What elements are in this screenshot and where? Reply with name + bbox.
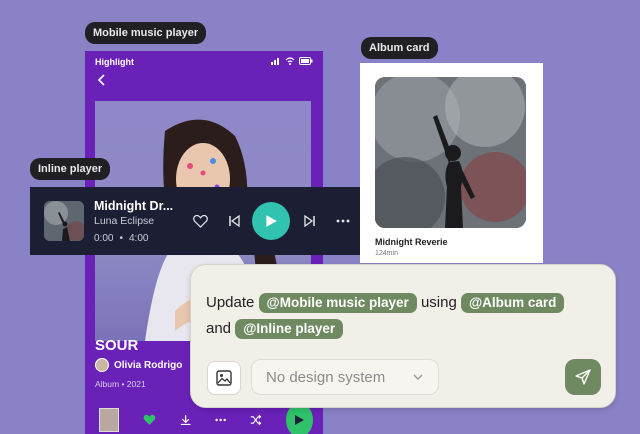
image-icon [216, 370, 232, 386]
heart-outline-icon [192, 214, 208, 228]
elapsed-time: 0:00 [94, 233, 114, 244]
prompt-composer: Update @Mobile music player using @Album… [190, 264, 616, 408]
album-title: SOUR [95, 337, 139, 354]
back-chevron-icon[interactable] [95, 73, 109, 87]
next-button[interactable] [302, 213, 318, 229]
artist-name: Olivia Rodrigo [114, 359, 183, 371]
time-separator: • [119, 233, 123, 244]
mobile-player-label: Mobile music player [85, 22, 207, 44]
design-system-select[interactable]: No design system [251, 359, 439, 395]
play-icon [295, 415, 305, 425]
inline-track-time: 0:00 • 4:00 [94, 233, 148, 244]
wifi-icon [285, 57, 295, 65]
prompt-middle: using [420, 294, 457, 311]
mention-mobile-player[interactable]: @Mobile music player [258, 293, 417, 313]
previous-button[interactable] [226, 213, 242, 229]
artist-row[interactable]: Olivia Rodrigo [95, 358, 182, 372]
play-icon [266, 215, 277, 227]
battery-icon [299, 57, 313, 65]
mention-inline-player[interactable]: @Inline player [235, 319, 344, 339]
total-time: 4:00 [128, 233, 149, 244]
inline-player-label: Inline player [30, 158, 111, 180]
mention-album-card[interactable]: @Album card [460, 293, 565, 313]
prompt-joiner: and [206, 320, 232, 337]
send-button[interactable] [565, 359, 601, 395]
prompt-text[interactable]: Update @Mobile music player using @Album… [206, 290, 606, 342]
send-icon [575, 369, 591, 385]
album-meta: Album • 2021 [95, 379, 146, 389]
inline-track-artist: Luna Eclipse [94, 215, 155, 227]
inline-track-title: Midnight Dr... [94, 199, 174, 213]
status-bar: Highlight [95, 57, 313, 69]
inline-player-artwork [44, 201, 84, 241]
album-card[interactable]: Midnight Reverie 124min [360, 63, 543, 263]
prompt-prefix: Update [206, 294, 255, 311]
attach-image-button[interactable] [207, 361, 241, 395]
avatar [95, 358, 109, 372]
inline-more-button[interactable] [335, 213, 351, 229]
shuffle-icon[interactable] [250, 414, 262, 426]
track-thumbnail[interactable] [99, 408, 119, 432]
concert-illustration [375, 77, 526, 228]
skip-next-icon [304, 215, 315, 227]
more-icon[interactable] [215, 418, 226, 422]
heart-icon[interactable] [143, 413, 156, 427]
inline-player: Midnight Dr... Luna Eclipse 0:00 • 4:00 [30, 187, 360, 255]
album-card-duration: 124min [375, 250, 398, 257]
concert-thumbnail [44, 201, 84, 241]
skip-previous-icon [229, 215, 240, 227]
signal-icon [271, 58, 279, 65]
album-card-label: Album card [361, 37, 438, 59]
more-icon [336, 219, 350, 223]
status-text: Highlight [95, 57, 134, 67]
phone-controls [99, 403, 313, 434]
album-cover-image [375, 77, 526, 228]
download-icon[interactable] [180, 413, 191, 427]
like-button[interactable] [192, 213, 208, 229]
inline-play-button[interactable] [252, 202, 290, 240]
album-card-title: Midnight Reverie [375, 237, 448, 247]
chevron-down-icon [413, 374, 423, 380]
design-system-value: No design system [266, 368, 386, 386]
